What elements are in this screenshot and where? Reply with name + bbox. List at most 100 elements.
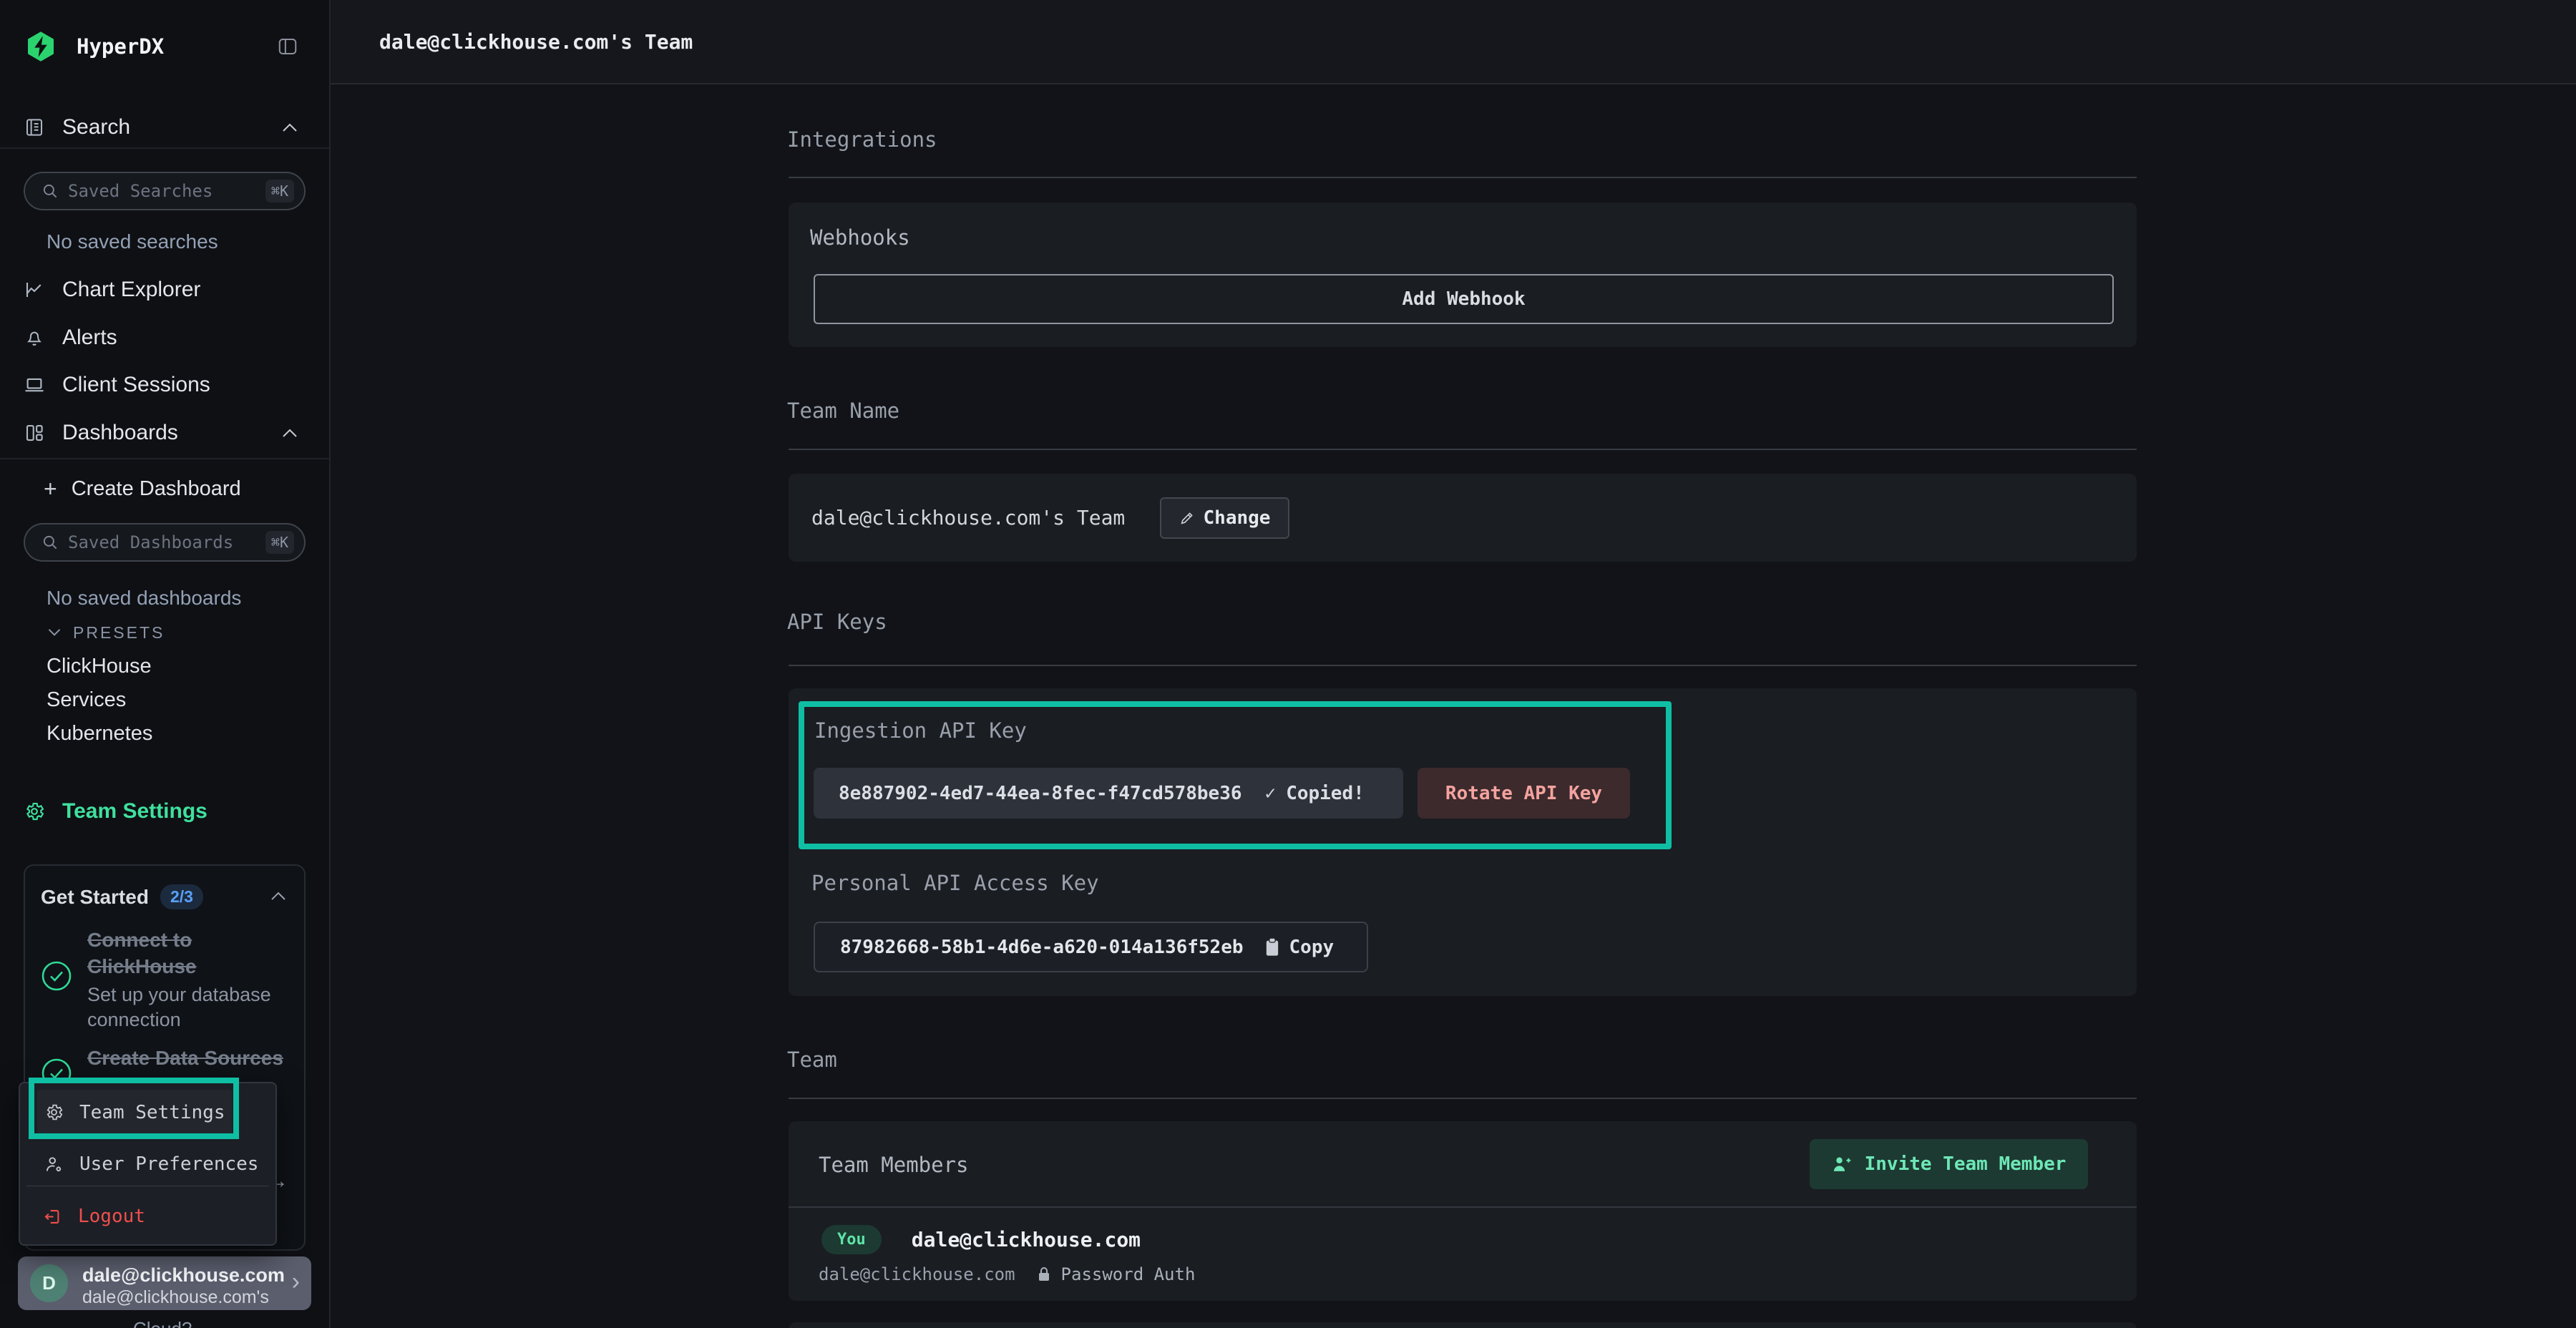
bell-icon [24, 327, 44, 348]
menu-item-label: Team Settings [79, 1102, 225, 1123]
sidebar-item-team-settings[interactable]: Team Settings [0, 793, 331, 830]
section-title-integrations: Integrations [787, 127, 937, 152]
section-divider [789, 177, 2137, 178]
webhooks-card: Webhooks Add Webhook [789, 202, 2137, 347]
sidebar-item-client-sessions[interactable]: Client Sessions [0, 362, 331, 408]
team-members-header: Team Members Invite Team Member [789, 1121, 2137, 1208]
account-menu: Team Settings User Preferences [19, 1082, 277, 1246]
chevron-right-icon: › [292, 1268, 300, 1296]
panel-toggle-icon[interactable] [276, 36, 299, 57]
section-divider [789, 449, 2137, 450]
clipped-cloud-text: Cloud? [133, 1318, 192, 1328]
settings-content: Integrations Webhooks Add Webhook Team N… [787, 0, 2137, 1328]
invite-team-member-label: Invite Team Member [1865, 1153, 2067, 1175]
user-account-chip[interactable]: D dale@clickhouse.com dale@clickhouse.co… [18, 1256, 311, 1310]
chart-icon [24, 279, 45, 301]
personal-key-value: 87982668-58b1-4d6e-a620-014a136f52eb [840, 937, 1244, 958]
brand-name: HyperDX [77, 34, 164, 59]
chevron-up-icon [281, 122, 298, 133]
change-team-name-button[interactable]: Change [1160, 497, 1289, 539]
ingestion-key-value: 8e887902-4ed7-44ea-8fec-f47cd578be36 [839, 783, 1242, 804]
sidebar-section-search[interactable]: Search [0, 107, 331, 147]
hyperdx-logo-icon [24, 29, 58, 64]
preset-clickhouse[interactable]: ClickHouse [47, 655, 152, 678]
saved-dashboards-input[interactable] [68, 532, 265, 552]
sidebar-item-alerts[interactable]: Alerts [0, 315, 331, 361]
chevron-down-icon [47, 628, 62, 638]
saved-searches-input-wrap[interactable]: ⌘K [24, 172, 306, 210]
sidebar-item-chart-explorer[interactable]: Chart Explorer [0, 267, 331, 313]
gear-icon [24, 801, 45, 822]
preset-kubernetes[interactable]: Kubernetes [47, 722, 152, 746]
progress-badge: 2/3 [160, 884, 203, 909]
you-badge: You [821, 1225, 882, 1254]
create-dashboard-button[interactable]: + Create Dashboard [0, 466, 331, 512]
create-dashboard-label: Create Dashboard [72, 477, 241, 501]
menu-item-user-preferences[interactable]: User Preferences [44, 1144, 259, 1184]
journal-icon [24, 117, 45, 138]
preset-services[interactable]: Services [47, 688, 126, 712]
chevron-up-icon [281, 427, 298, 439]
team-settings-link-label: Team Settings [62, 799, 208, 824]
change-label: Change [1204, 507, 1271, 529]
clipboard-icon [1264, 937, 1281, 957]
personal-key-chip[interactable]: 87982668-58b1-4d6e-a620-014a136f52eb Cop… [814, 922, 1368, 972]
section-title-team: Team [787, 1048, 837, 1072]
brand-row: HyperDX [0, 26, 331, 67]
api-keys-card: Ingestion API Key 8e887902-4ed7-44ea-8fe… [789, 688, 2137, 996]
team-members-label: Team Members [819, 1153, 969, 1177]
step-subtitle: Set up your database connection [87, 982, 288, 1032]
sidebar-search-label: Search [62, 115, 130, 140]
member-email: dale@clickhouse.com [912, 1228, 1141, 1251]
member-auth: Password Auth [1061, 1264, 1196, 1284]
sidebar-item-label: Client Sessions [62, 373, 210, 397]
user-name: dale@clickhouse.com [82, 1264, 285, 1286]
sidebar-section-dashboards[interactable]: Dashboards [0, 410, 331, 456]
invite-team-member-button[interactable]: Invite Team Member [1810, 1139, 2088, 1189]
section-divider [789, 1098, 2137, 1099]
step-done-icon [41, 960, 72, 995]
copied-indicator: Copied! [1286, 783, 1365, 804]
personal-key-label: Personal API Access Key [811, 871, 1099, 895]
add-webhook-label: Add Webhook [1402, 288, 1525, 310]
get-started-step-1[interactable]: Connect to ClickHouse Set up your databa… [87, 927, 288, 1032]
presets-label: PRESETS [73, 623, 165, 643]
webhooks-label: Webhooks [810, 225, 910, 250]
no-saved-dashboards: No saved dashboards [47, 587, 241, 610]
laptop-icon [24, 374, 45, 396]
saved-searches-input[interactable] [68, 181, 265, 201]
user-gear-icon [44, 1155, 64, 1174]
divider [0, 458, 329, 459]
team-name-card: dale@clickhouse.com's Team Change [789, 474, 2137, 562]
get-started-title: Get Started [41, 886, 149, 909]
member-row: You dale@clickhouse.com [821, 1225, 1141, 1254]
rotate-api-key-button[interactable]: Rotate API Key [1418, 768, 1630, 819]
sidebar: HyperDX Search [0, 0, 331, 1328]
dashboard-grid-icon [24, 422, 45, 444]
menu-item-team-settings[interactable]: Team Settings [37, 1090, 232, 1135]
chevron-up-icon[interactable] [270, 890, 287, 902]
team-members-card: Team Members Invite Team Member You dale… [789, 1121, 2137, 1301]
presets-toggle[interactable]: PRESETS [0, 618, 331, 647]
shortcut-badge: ⌘K [265, 531, 294, 554]
add-webhook-button[interactable]: Add Webhook [814, 274, 2114, 324]
member-meta-row: dale@clickhouse.com Password Auth [819, 1261, 1195, 1287]
saved-dashboards-input-wrap[interactable]: ⌘K [24, 523, 306, 562]
sidebar-item-label: Alerts [62, 326, 117, 350]
search-icon [41, 182, 59, 200]
step-title: Connect to ClickHouse [87, 927, 288, 980]
user-plus-icon [1832, 1154, 1852, 1174]
copy-button-label[interactable]: Copy [1289, 937, 1335, 958]
plus-icon: + [44, 476, 57, 502]
menu-item-logout[interactable]: Logout [43, 1196, 258, 1236]
sidebar-item-label: Chart Explorer [62, 278, 200, 302]
gear-icon [44, 1103, 64, 1122]
next-card-sliver [789, 1322, 2137, 1328]
search-icon [41, 533, 59, 552]
team-name-value: dale@clickhouse.com's Team [811, 474, 1125, 562]
menu-item-label: User Preferences [79, 1153, 258, 1175]
section-title-team-name: Team Name [787, 399, 899, 423]
section-divider [789, 665, 2137, 666]
section-title-api-keys: API Keys [787, 610, 887, 634]
ingestion-key-chip[interactable]: 8e887902-4ed7-44ea-8fec-f47cd578be36 ✓ C… [814, 768, 1403, 819]
